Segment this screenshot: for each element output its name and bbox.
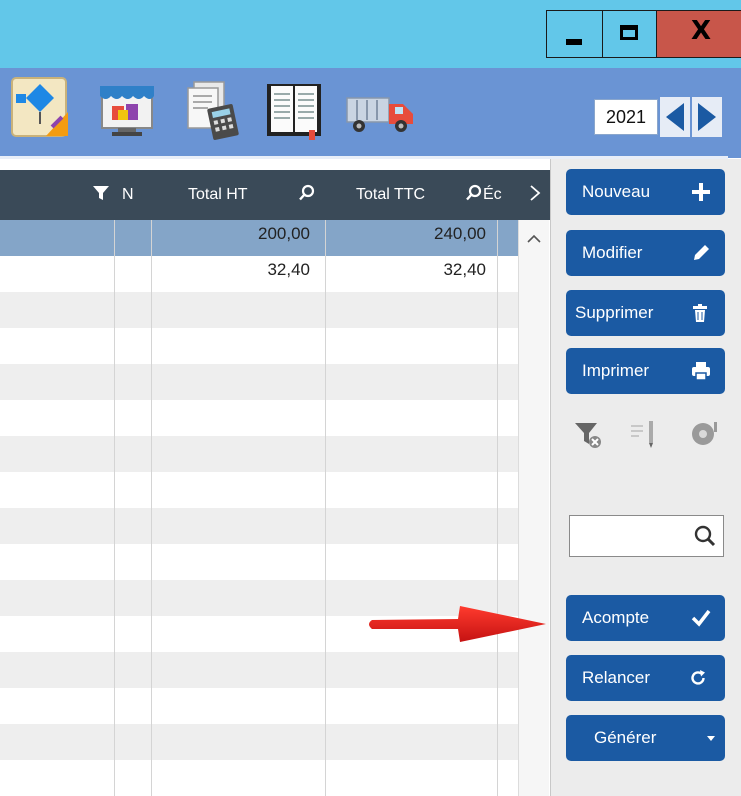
invoice-tool-button[interactable] (180, 80, 242, 142)
close-button[interactable]: X (657, 10, 741, 58)
book-tool-button[interactable] (263, 80, 325, 142)
acompte-button[interactable]: Acompte (566, 595, 725, 641)
empty-row (0, 508, 518, 544)
clear-filter-button[interactable] (573, 418, 605, 450)
filter-clear-icon (575, 423, 601, 448)
empty-row (0, 472, 518, 508)
column-header-total-ttc[interactable]: Total TTC (356, 170, 425, 220)
generer-dropdown-button[interactable]: Générer (566, 715, 725, 761)
grid-body: 200,00 240,00 32,40 32,40 (0, 220, 518, 796)
column-divider (497, 220, 498, 796)
next-year-button[interactable] (692, 97, 722, 137)
checkmark-icon (691, 609, 711, 627)
empty-row (0, 292, 518, 328)
empty-row (0, 688, 518, 724)
imprimer-button[interactable]: Imprimer (566, 348, 725, 394)
invoice-calculator-icon (187, 81, 239, 140)
archive-button[interactable] (688, 418, 720, 450)
close-icon: X (691, 16, 712, 46)
diagram-tool-button[interactable] (10, 76, 72, 138)
scroll-columns-right-button[interactable] (528, 170, 542, 220)
side-search-input[interactable] (574, 520, 684, 552)
grid-header: N Total HT Total TTC Éc (0, 170, 550, 220)
search-icon (299, 184, 315, 201)
trash-icon (693, 304, 707, 322)
side-search-box[interactable] (569, 515, 724, 557)
search-icon (694, 525, 716, 547)
empty-row (0, 652, 518, 688)
acompte-label: Acompte (582, 608, 650, 627)
relancer-button[interactable]: Relancer (566, 655, 725, 701)
printer-icon (692, 362, 710, 381)
year-field[interactable]: 2021 (594, 99, 658, 135)
caret-down-icon (707, 736, 715, 741)
annotation-arrow-icon (369, 606, 546, 642)
relancer-label: Relancer (582, 668, 651, 687)
column-header-ecart[interactable]: Éc (483, 170, 502, 220)
column-header-n[interactable]: N (122, 170, 134, 220)
empty-row (0, 544, 518, 580)
column-divider (151, 220, 152, 796)
previous-year-button[interactable] (660, 97, 690, 137)
empty-row (0, 400, 518, 436)
title-bar: X (0, 0, 741, 68)
truck-icon (346, 97, 413, 132)
notes-pencil-icon (631, 421, 653, 448)
scroll-up-button[interactable] (519, 224, 549, 254)
column-search-button-total-ht[interactable] (298, 170, 316, 220)
nouveau-button[interactable]: Nouveau (566, 169, 725, 215)
cell-total-ht: 32,40 (267, 260, 310, 279)
empty-row (0, 760, 518, 796)
disc-icon (692, 422, 717, 445)
empty-row (0, 328, 518, 364)
shop-tool-button[interactable] (96, 80, 158, 142)
nouveau-label: Nouveau (582, 182, 651, 201)
vertical-scrollbar[interactable] (518, 220, 549, 796)
maximize-button[interactable] (603, 10, 657, 58)
cell-total-ttc: 32,40 (443, 260, 486, 279)
minimize-button[interactable] (546, 10, 603, 58)
truck-tool-button[interactable] (345, 80, 413, 142)
cell-total-ttc: 240,00 (434, 224, 486, 243)
supprimer-button[interactable]: Supprimer (566, 290, 725, 336)
book-icon (267, 84, 321, 140)
cell-total-ht: 200,00 (258, 224, 310, 243)
minimize-icon (566, 39, 582, 45)
empty-row (0, 364, 518, 400)
column-divider (325, 220, 326, 796)
empty-row (0, 436, 518, 472)
modifier-label: Modifier (582, 243, 643, 262)
shop-icon (100, 86, 154, 136)
arrow-left-icon (660, 97, 690, 137)
search-button[interactable] (693, 524, 717, 553)
filter-icon (93, 186, 109, 200)
generer-label: Générer (594, 728, 657, 747)
arrow-right-icon (692, 97, 722, 137)
imprimer-label: Imprimer (582, 361, 650, 380)
chevron-right-icon (530, 185, 541, 201)
supprimer-label: Supprimer (575, 303, 654, 322)
pencil-icon (694, 245, 709, 260)
empty-row (0, 724, 518, 760)
column-header-total-ht[interactable]: Total HT (188, 170, 248, 220)
search-icon (466, 184, 482, 201)
maximize-icon (620, 25, 638, 40)
column-divider (114, 220, 115, 796)
table-row[interactable]: 32,40 32,40 (0, 256, 518, 292)
chevron-up-icon (527, 234, 541, 243)
plus-icon (692, 183, 710, 201)
column-filter-button[interactable] (92, 170, 110, 220)
module-toolbar: 2021 (0, 68, 741, 158)
notes-button[interactable] (627, 418, 659, 450)
column-search-button-total-ttc[interactable] (465, 170, 483, 220)
table-row[interactable]: 200,00 240,00 (0, 220, 518, 256)
refresh-icon (691, 670, 705, 685)
modifier-button[interactable]: Modifier (566, 230, 725, 276)
diagram-icon (11, 77, 68, 137)
